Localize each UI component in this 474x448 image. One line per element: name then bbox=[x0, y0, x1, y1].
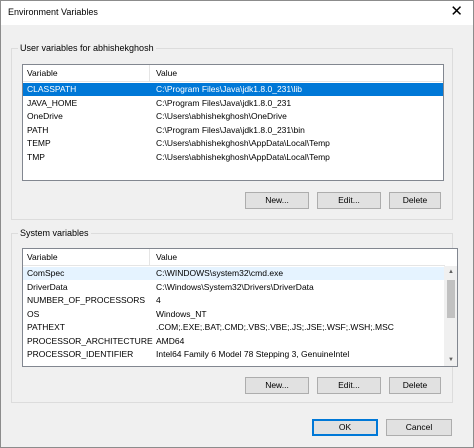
variable-name: OneDrive bbox=[27, 111, 63, 121]
user-new-button[interactable]: New... bbox=[245, 192, 309, 209]
system-variables-scrollbar[interactable]: ▲ ▼ bbox=[444, 266, 457, 366]
table-row[interactable]: CLASSPATH C:\Program Files\Java\jdk1.8.0_… bbox=[23, 83, 443, 96]
system-variables-header: Variable Value bbox=[23, 249, 445, 266]
table-row[interactable]: PROCESSOR_ARCHITECTURE AMD64 bbox=[23, 335, 457, 348]
system-variables-list[interactable]: Variable Value ComSpec C:\WINDOWS\system3… bbox=[22, 248, 458, 367]
user-variables-label: User variables for abhishekghosh bbox=[18, 43, 156, 53]
variable-name: TMP bbox=[27, 151, 45, 162]
environment-variables-window: Environment Variables ✕ User variables f… bbox=[0, 0, 474, 448]
variable-value: C:\Users\abhishekghosh\AppData\Local\Tem… bbox=[156, 138, 330, 148]
variable-name: ComSpec bbox=[27, 268, 65, 278]
column-header-value[interactable]: Value bbox=[156, 252, 177, 262]
variable-value: C:\WINDOWS\system32\cmd.exe bbox=[156, 268, 284, 278]
variable-name: CLASSPATH bbox=[27, 84, 77, 94]
table-row[interactable]: PATHEXT .COM;.EXE;.BAT;.CMD;.VBS;.VBE;.JS… bbox=[23, 321, 457, 334]
column-divider[interactable] bbox=[149, 249, 150, 265]
cancel-button[interactable]: Cancel bbox=[386, 419, 452, 436]
variable-name: JAVA_HOME bbox=[27, 97, 78, 108]
variable-value: C:\Users\abhishekghosh\OneDrive bbox=[156, 111, 287, 121]
variable-name: PROCESSOR_IDENTIFIER bbox=[27, 349, 134, 359]
variable-value: C:\Windows\System32\Drivers\DriverData bbox=[156, 281, 314, 292]
user-variables-group: User variables for abhishekghosh Variabl… bbox=[11, 43, 453, 220]
user-edit-button[interactable]: Edit... bbox=[317, 192, 381, 209]
variable-value: C:\Program Files\Java\jdk1.8.0_231 bbox=[156, 97, 292, 108]
variable-name: PROCESSOR_ARCHITECTURE bbox=[27, 335, 153, 346]
ok-button[interactable]: OK bbox=[312, 419, 378, 436]
system-variables-group: System variables Variable Value ComSpec C… bbox=[11, 228, 458, 403]
table-row[interactable]: ComSpec C:\WINDOWS\system32\cmd.exe bbox=[23, 267, 457, 280]
variable-name: NUMBER_OF_PROCESSORS bbox=[27, 295, 146, 305]
table-row[interactable]: TEMP C:\Users\abhishekghosh\AppData\Local… bbox=[23, 137, 443, 150]
variable-name: PATH bbox=[27, 124, 49, 135]
table-row[interactable]: OneDrive C:\Users\abhishekghosh\OneDrive bbox=[23, 110, 443, 123]
scroll-thumb[interactable] bbox=[447, 280, 455, 318]
user-variables-header: Variable Value bbox=[23, 65, 443, 82]
variable-value: Windows_NT bbox=[156, 308, 207, 319]
variable-value: C:\Program Files\Java\jdk1.8.0_231\bin bbox=[156, 124, 305, 135]
column-divider[interactable] bbox=[149, 65, 150, 81]
table-row[interactable]: PROCESSOR_IDENTIFIER Intel64 Family 6 Mod… bbox=[23, 348, 457, 361]
variable-value: .COM;.EXE;.BAT;.CMD;.VBS;.VBE;.JS;.JSE;.… bbox=[156, 322, 394, 332]
variable-value: C:\Program Files\Java\jdk1.8.0_231\lib bbox=[156, 84, 302, 94]
column-header-variable[interactable]: Variable bbox=[27, 252, 58, 262]
variable-name: PATHEXT bbox=[27, 322, 65, 332]
system-delete-button[interactable]: Delete bbox=[389, 377, 441, 394]
column-header-variable[interactable]: Variable bbox=[27, 68, 58, 78]
table-row[interactable]: NUMBER_OF_PROCESSORS 4 bbox=[23, 294, 457, 307]
variable-name: OS bbox=[27, 308, 40, 319]
variable-value: C:\Users\abhishekghosh\AppData\Local\Tem… bbox=[156, 151, 330, 162]
system-new-button[interactable]: New... bbox=[245, 377, 309, 394]
variable-value: AMD64 bbox=[156, 335, 185, 346]
variable-value: Intel64 Family 6 Model 78 Stepping 3, Ge… bbox=[156, 349, 350, 359]
variable-value: 4 bbox=[156, 295, 161, 305]
variable-name: DriverData bbox=[27, 281, 68, 292]
table-row[interactable]: OS Windows_NT bbox=[23, 308, 457, 321]
user-variables-list[interactable]: Variable Value CLASSPATH C:\Program Files… bbox=[22, 64, 444, 181]
system-variables-label: System variables bbox=[18, 228, 91, 238]
scroll-up-arrow-icon[interactable]: ▲ bbox=[445, 266, 457, 278]
table-row[interactable]: JAVA_HOME C:\Program Files\Java\jdk1.8.0_… bbox=[23, 97, 443, 110]
user-delete-button[interactable]: Delete bbox=[389, 192, 441, 209]
variable-name: TEMP bbox=[27, 138, 51, 148]
close-icon[interactable]: ✕ bbox=[450, 4, 463, 19]
system-edit-button[interactable]: Edit... bbox=[317, 377, 381, 394]
scroll-down-arrow-icon[interactable]: ▼ bbox=[445, 354, 457, 366]
window-title: Environment Variables bbox=[8, 7, 98, 17]
table-row[interactable]: DriverData C:\Windows\System32\Drivers\Dr… bbox=[23, 281, 457, 294]
column-header-value[interactable]: Value bbox=[156, 68, 177, 78]
title-bar[interactable]: Environment Variables ✕ bbox=[1, 1, 473, 25]
table-row[interactable]: TMP C:\Users\abhishekghosh\AppData\Local\… bbox=[23, 151, 443, 164]
table-row[interactable]: PATH C:\Program Files\Java\jdk1.8.0_231\b… bbox=[23, 124, 443, 137]
